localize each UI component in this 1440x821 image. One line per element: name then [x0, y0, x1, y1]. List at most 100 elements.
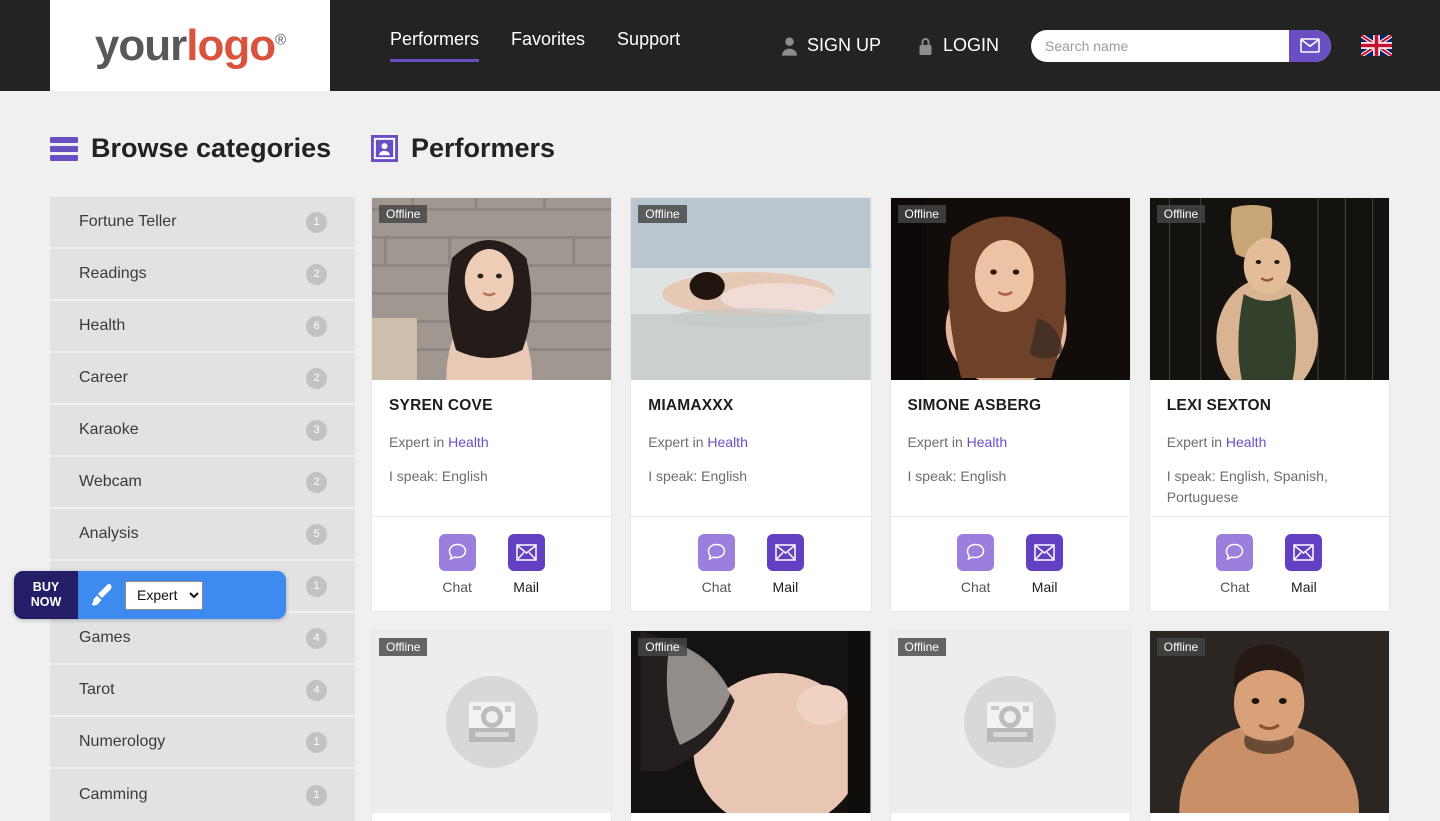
- performer-photo[interactable]: Offline: [372, 631, 612, 813]
- performer-card[interactable]: Offline LEXI SEXTON Expert in Health I s…: [1148, 197, 1390, 612]
- category-label: Numerology: [79, 733, 166, 750]
- lock-icon: [919, 37, 932, 55]
- expert-level-select[interactable]: Expert: [125, 580, 203, 610]
- logo-text: yourlogo®: [95, 21, 286, 71]
- performer-photo[interactable]: Offline: [631, 198, 871, 380]
- nav-item-performers[interactable]: Performers: [390, 29, 480, 62]
- chat-label: Chat: [442, 579, 472, 595]
- mail-button[interactable]: Mail: [1285, 534, 1323, 595]
- performer-card[interactable]: Offline: [630, 630, 872, 821]
- image-placeholder: [372, 631, 612, 813]
- status-badge: Offline: [379, 638, 428, 656]
- chat-button[interactable]: Chat: [697, 534, 735, 595]
- mail-icon-box: [507, 534, 545, 571]
- mail-icon-box: [1285, 534, 1323, 571]
- buy-now-button[interactable]: BUY NOW: [14, 571, 78, 619]
- chat-label: Chat: [1220, 579, 1250, 595]
- chat-label: Chat: [701, 579, 732, 595]
- category-item-webcam[interactable]: Webcam 2: [50, 457, 355, 509]
- category-count: 1: [306, 784, 327, 806]
- mail-button[interactable]: Mail: [1026, 534, 1064, 595]
- chat-bubble-icon: [448, 543, 466, 561]
- category-count: 2: [306, 263, 327, 285]
- performer-photo[interactable]: Offline: [1149, 631, 1389, 813]
- performer-card[interactable]: Offline: [371, 197, 613, 612]
- category-item-career[interactable]: Career 2: [50, 353, 355, 405]
- envelope-icon: [1034, 544, 1055, 561]
- brush-icon[interactable]: [88, 581, 116, 609]
- performer-card[interactable]: Offline MIAMAXXX Expert in Health I spea…: [630, 197, 872, 612]
- expert-category-link[interactable]: Health: [967, 434, 1007, 450]
- performer-card[interactable]: Offline SIMONE ASBERG Expert in Health I…: [889, 197, 1131, 612]
- performer-photo[interactable]: Offline: [890, 198, 1130, 380]
- status-badge: Offline: [1156, 638, 1206, 656]
- performer-photo[interactable]: Offline: [1149, 198, 1389, 380]
- nav-item-support[interactable]: Support: [617, 29, 680, 62]
- nav-item-favorites[interactable]: Favorites: [511, 29, 585, 62]
- performer-photo[interactable]: Offline: [890, 631, 1130, 813]
- buy-now-widget[interactable]: BUY NOW Expert: [14, 571, 286, 619]
- performer-name: MIAMAXXX: [648, 397, 734, 414]
- performer-image: [1149, 631, 1389, 813]
- performer-info: [891, 813, 1130, 821]
- category-item-fortune-teller[interactable]: Fortune Teller 1: [50, 197, 355, 249]
- performer-actions: Chat Mail: [890, 516, 1130, 611]
- header-actions: SIGN UP LOGIN: [781, 29, 1392, 62]
- performer-expertise: Expert in Health: [908, 434, 1113, 450]
- performer-image: [1149, 198, 1389, 380]
- search-submit-button[interactable]: [1289, 29, 1331, 62]
- performer-expertise: Expert in Health: [1167, 434, 1372, 450]
- performer-photo[interactable]: Offline: [372, 198, 612, 380]
- logo[interactable]: yourlogo®: [50, 0, 330, 91]
- logo-registered-mark: ®: [275, 30, 286, 48]
- category-item-games[interactable]: Games 4: [50, 613, 355, 665]
- login-button[interactable]: LOGIN: [917, 35, 999, 56]
- camera-placeholder-icon: [964, 676, 1057, 768]
- category-label: Tarot: [79, 681, 115, 698]
- expert-category-link[interactable]: Health: [1226, 434, 1266, 450]
- category-count: 1: [306, 731, 327, 753]
- category-item-karaoke[interactable]: Karaoke 3: [50, 405, 355, 457]
- mail-icon-box: [1026, 534, 1064, 571]
- mail-label: Mail: [513, 579, 539, 595]
- expert-category-link[interactable]: Health: [448, 434, 488, 450]
- performer-info: LEXI SEXTON Expert in Health I speak: En…: [1150, 380, 1389, 516]
- performer-name: SIMONE ASBERG: [907, 397, 1042, 414]
- category-item-health[interactable]: Health 6: [50, 301, 355, 353]
- performer-card[interactable]: Offline: [889, 630, 1131, 821]
- performer-photo[interactable]: Offline: [631, 631, 871, 813]
- category-label: Analysis: [79, 525, 139, 542]
- expert-category-link[interactable]: Health: [707, 434, 747, 450]
- performer-image: [631, 631, 871, 813]
- sidebar-title: Browse categories: [91, 133, 332, 163]
- performer-grid: Offline SYREN COVE Expert in Health I sp…: [371, 197, 1390, 821]
- category-item-tarot[interactable]: Tarot 4: [50, 665, 355, 717]
- login-label: LOGIN: [942, 35, 999, 55]
- category-label: Games: [79, 629, 131, 646]
- performer-card[interactable]: Offline: [371, 630, 613, 821]
- chat-button[interactable]: Chat: [438, 534, 476, 595]
- chat-bubble-icon: [1226, 543, 1244, 561]
- performer-card[interactable]: Offline: [1148, 630, 1390, 821]
- performer-languages: I speak: English: [389, 468, 488, 484]
- chat-icon-box: [438, 534, 476, 571]
- category-item-numerology[interactable]: Numerology 1: [50, 717, 355, 769]
- search-input[interactable]: [1031, 29, 1289, 62]
- mail-label: Mail: [1031, 579, 1058, 595]
- chat-button[interactable]: Chat: [1216, 534, 1254, 595]
- sign-up-button[interactable]: SIGN UP: [781, 35, 881, 56]
- mail-button[interactable]: Mail: [507, 534, 545, 595]
- category-item-readings[interactable]: Readings 2: [50, 249, 355, 301]
- category-item-analysis[interactable]: Analysis 5: [50, 509, 355, 561]
- category-label: Readings: [79, 265, 147, 282]
- category-item-camming[interactable]: Camming 1: [50, 769, 355, 821]
- category-label: Webcam: [79, 473, 142, 490]
- performer-info: [372, 813, 611, 821]
- mail-button[interactable]: Mail: [766, 534, 804, 595]
- main-navigation: Performers Favorites Support: [390, 29, 680, 62]
- performer-info: [631, 813, 870, 821]
- category-count: 2: [306, 367, 327, 389]
- uk-flag-icon[interactable]: [1361, 35, 1392, 56]
- chat-button[interactable]: Chat: [957, 534, 995, 595]
- status-badge: Offline: [379, 205, 428, 223]
